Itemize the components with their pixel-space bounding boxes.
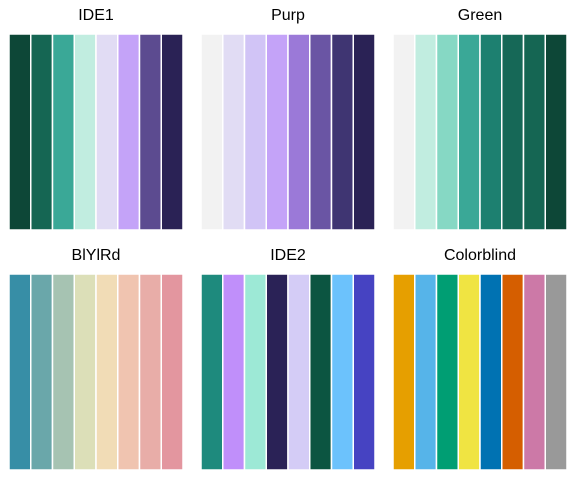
swatch-ide2-2 [222, 273, 246, 471]
swatch-colorblind-3 [435, 273, 459, 471]
swatch-ide1-3 [51, 33, 75, 231]
swatch-ide1-7 [138, 33, 162, 231]
swatch-purp-6 [309, 33, 333, 231]
panel-title-ide1: IDE1 [78, 7, 114, 24]
swatch-purp-1 [200, 33, 224, 231]
swatch-green-6 [501, 33, 525, 231]
swatch-purp-4 [265, 33, 289, 231]
swatch-green-3 [435, 33, 459, 231]
swatch-ide2-1 [200, 273, 224, 471]
swatch-ide1-1 [8, 33, 32, 231]
swatch-green-2 [414, 33, 438, 231]
swatch-green-8 [544, 33, 568, 231]
swatch-blylrd-5 [95, 273, 119, 471]
swatch-colorblind-5 [479, 273, 503, 471]
swatch-colorblind-2 [414, 273, 438, 471]
swatch-green-1 [392, 33, 416, 231]
swatch-colorblind-4 [457, 273, 481, 471]
swatch-purp-7 [330, 33, 354, 231]
swatch-blylrd-3 [51, 273, 75, 471]
palette-panel-purp: Purp [200, 7, 376, 231]
swatch-ide1-6 [117, 33, 141, 231]
swatch-purp-8 [352, 33, 376, 231]
swatch-blylrd-1 [8, 273, 32, 471]
swatch-purp-3 [243, 33, 267, 231]
swatch-green-5 [479, 33, 503, 231]
swatch-colorblind-1 [392, 273, 416, 471]
panel-title-ide2: IDE2 [270, 247, 306, 264]
swatch-ide2-4 [265, 273, 289, 471]
swatch-ide2-5 [287, 273, 311, 471]
swatch-ide1-4 [73, 33, 97, 231]
swatch-colorblind-6 [501, 273, 525, 471]
swatch-ide1-2 [30, 33, 54, 231]
swatch-colorblind-8 [544, 273, 568, 471]
swatch-blylrd-8 [160, 273, 184, 471]
panel-title-purp: Purp [271, 7, 305, 24]
swatch-purp-5 [287, 33, 311, 231]
swatch-ide2-3 [243, 273, 267, 471]
swatch-colorblind-7 [522, 273, 546, 471]
palette-panel-ide1: IDE1 [8, 7, 184, 231]
swatch-purp-2 [222, 33, 246, 231]
panel-title-colorblind: Colorblind [444, 247, 516, 264]
panel-title-blylrd: BlYlRd [72, 247, 121, 264]
palette-panel-colorblind: Colorblind [392, 247, 568, 471]
panel-title-green: Green [458, 7, 502, 24]
swatch-green-4 [457, 33, 481, 231]
swatch-ide2-8 [352, 273, 376, 471]
swatch-blylrd-2 [30, 273, 54, 471]
swatch-ide2-7 [330, 273, 354, 471]
swatch-blylrd-6 [117, 273, 141, 471]
palette-panel-green: Green [392, 7, 568, 231]
swatch-ide1-8 [160, 33, 184, 231]
palette-panel-blylrd: BlYlRd [8, 247, 184, 471]
palette-panel-ide2: IDE2 [200, 247, 376, 471]
swatch-blylrd-7 [138, 273, 162, 471]
swatch-ide1-5 [95, 33, 119, 231]
palette-chart: IDE1 Purp Green BlYlRd IDE2 Colorblind [8, 7, 568, 471]
swatch-green-7 [522, 33, 546, 231]
swatch-blylrd-4 [73, 273, 97, 471]
swatch-ide2-6 [309, 273, 333, 471]
